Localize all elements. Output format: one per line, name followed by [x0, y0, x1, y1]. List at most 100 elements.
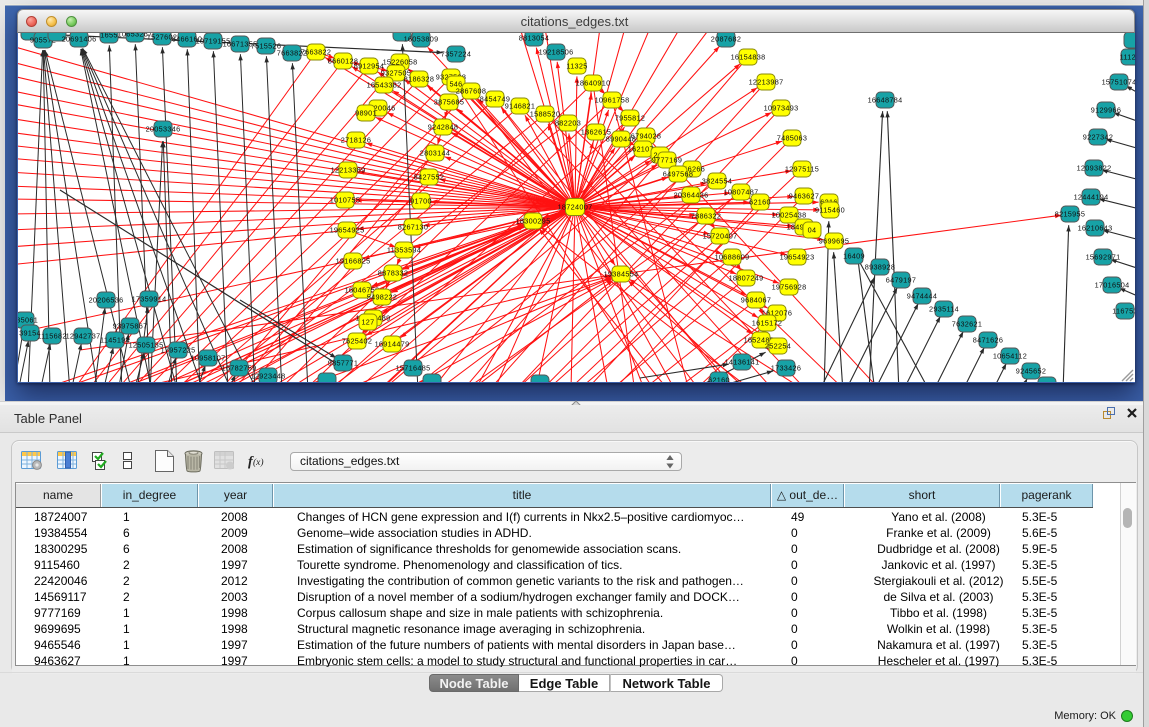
svg-text:7485063: 7485063 — [777, 133, 808, 142]
svg-text:12942737: 12942737 — [66, 331, 101, 340]
svg-text:20691406: 20691406 — [62, 34, 97, 43]
svg-text:16210643: 16210643 — [1078, 223, 1113, 232]
svg-text:19654923: 19654923 — [780, 252, 815, 261]
svg-text:10973493: 10973493 — [764, 103, 799, 112]
svg-text:20053346: 20053346 — [146, 124, 181, 133]
svg-text:10688609: 10688609 — [715, 252, 750, 261]
svg-text:9115460: 9115460 — [815, 205, 845, 214]
svg-text:1655: 1655 — [100, 33, 117, 39]
svg-text:12505135: 12505135 — [129, 340, 164, 349]
svg-text:1733426: 1733426 — [771, 363, 802, 372]
svg-text:04: 04 — [808, 225, 817, 234]
svg-text:735061: 735061 — [18, 315, 38, 324]
svg-text:10025438: 10025438 — [772, 210, 807, 219]
svg-text:12213389: 12213389 — [331, 165, 366, 174]
svg-text:19654925: 19654925 — [330, 225, 365, 234]
svg-text:12213987: 12213987 — [749, 77, 784, 86]
svg-text:18640910: 18640910 — [576, 78, 611, 87]
svg-text:2935114: 2935114 — [929, 304, 959, 313]
svg-text:15716485: 15716485 — [396, 363, 431, 372]
svg-text:3824554: 3824554 — [702, 176, 733, 185]
svg-text:18807249: 18807249 — [729, 273, 764, 282]
svg-text:11123: 11123 — [1120, 52, 1135, 61]
svg-text:20364436: 20364436 — [674, 190, 709, 199]
svg-text:93975867: 93975867 — [113, 321, 148, 330]
svg-text:252254: 252254 — [765, 341, 791, 350]
svg-text:7625402: 7625402 — [342, 336, 373, 345]
svg-text:12923448: 12923448 — [251, 371, 286, 380]
svg-text:9777169: 9777169 — [652, 155, 683, 164]
svg-text:7357224: 7357224 — [441, 49, 472, 58]
svg-text:9227342: 9227342 — [1083, 132, 1114, 141]
svg-text:16053809: 16053809 — [404, 34, 439, 43]
svg-text:8186328: 8186328 — [404, 74, 435, 83]
svg-text:9242848: 9242848 — [428, 122, 459, 131]
svg-text:14136141: 14136141 — [725, 357, 760, 366]
svg-text:62160: 62160 — [749, 197, 771, 206]
svg-text:15751074: 15751074 — [1102, 77, 1135, 86]
svg-text:9474444: 9474444 — [907, 291, 938, 300]
svg-text:7886322: 7886322 — [691, 211, 722, 220]
svg-text:10958107: 10958107 — [191, 353, 226, 362]
svg-text:16914479: 16914479 — [375, 339, 410, 348]
svg-text:8427552: 8427552 — [414, 172, 445, 181]
svg-text:(x): (x) — [253, 457, 264, 468]
svg-text:6479197: 6479197 — [886, 275, 917, 284]
svg-text:16409: 16409 — [843, 251, 865, 260]
svg-text:127: 127 — [361, 317, 374, 326]
svg-text:1010755: 1010755 — [330, 195, 361, 204]
svg-text:8912954: 8912954 — [354, 61, 385, 70]
svg-text:2087682: 2087682 — [711, 34, 742, 43]
svg-text:116753: 116753 — [1112, 306, 1135, 315]
svg-text:12444194: 12444194 — [1074, 192, 1109, 201]
svg-text:2803144: 2803144 — [420, 148, 451, 157]
svg-text:1588520: 1588520 — [530, 109, 561, 118]
svg-text:16648784: 16648784 — [868, 95, 903, 104]
svg-text:16543382: 16543382 — [367, 80, 402, 89]
svg-text:19384554: 19384554 — [604, 269, 639, 278]
svg-text:9129966: 9129966 — [1091, 105, 1122, 114]
svg-text:9857771: 9857771 — [328, 358, 359, 367]
svg-text:8267130: 8267130 — [398, 222, 429, 231]
svg-text:11353594: 11353594 — [387, 245, 421, 254]
svg-text:19756928: 19756928 — [772, 282, 807, 291]
svg-text:9684067: 9684067 — [741, 295, 772, 304]
svg-text:3875685: 3875685 — [434, 97, 465, 106]
svg-text:91700: 91700 — [410, 196, 432, 205]
svg-text:2718126: 2718126 — [341, 135, 372, 144]
svg-text:12975115: 12975115 — [785, 164, 819, 173]
svg-text:9463627: 9463627 — [789, 191, 820, 200]
svg-text:9245652: 9245652 — [1016, 366, 1047, 375]
svg-text:9699695: 9699695 — [819, 236, 850, 245]
svg-text:11325: 11325 — [566, 61, 587, 70]
svg-text:8215955: 8215955 — [1055, 209, 1086, 218]
svg-text:20206536: 20206536 — [89, 295, 124, 304]
svg-text:8878332: 8878332 — [378, 268, 409, 277]
svg-text:18300295: 18300295 — [516, 216, 551, 225]
svg-text:1145194: 1145194 — [100, 335, 130, 344]
svg-text:6794028: 6794028 — [631, 131, 662, 140]
svg-text:12093822: 12093822 — [1077, 163, 1112, 172]
svg-text:10961758: 10961758 — [595, 95, 630, 104]
svg-text:882203: 882203 — [555, 118, 581, 127]
svg-text:7663822: 7663822 — [301, 47, 332, 56]
svg-text:19218506: 19218506 — [539, 47, 574, 56]
svg-text:10654112: 10654112 — [993, 351, 1027, 360]
svg-text:16154838: 16154838 — [731, 52, 766, 61]
svg-text:17016504: 17016504 — [1095, 280, 1130, 289]
svg-text:8813054: 8813054 — [519, 33, 550, 42]
svg-text:7632621: 7632621 — [952, 319, 983, 328]
svg-text:62160: 62160 — [708, 375, 730, 382]
svg-text:1115682: 1115682 — [37, 331, 66, 340]
svg-text:19166825: 19166825 — [336, 256, 371, 265]
svg-text:8938928: 8938928 — [865, 262, 896, 271]
svg-text:18724007: 18724007 — [558, 202, 593, 211]
svg-text:15720407: 15720407 — [703, 231, 738, 240]
svg-text:8471626: 8471626 — [973, 335, 1004, 344]
svg-text:17359914: 17359914 — [132, 294, 167, 303]
svg-text:7955812: 7955812 — [615, 113, 646, 122]
svg-text:6497568: 6497568 — [663, 169, 694, 178]
svg-text:15692971: 15692971 — [1086, 252, 1121, 261]
svg-text:98901: 98901 — [355, 108, 377, 117]
svg-text:1615172: 1615172 — [752, 318, 783, 327]
